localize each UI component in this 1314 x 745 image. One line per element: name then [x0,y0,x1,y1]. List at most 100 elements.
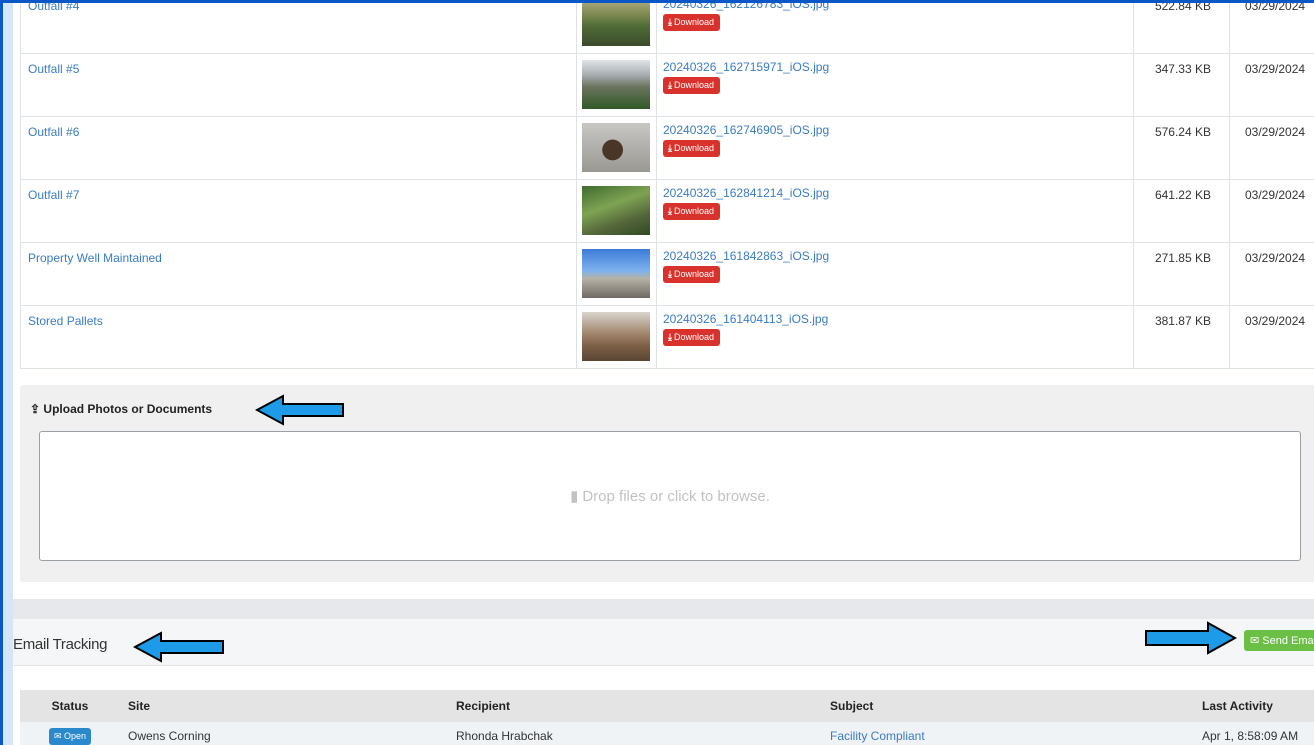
download-button[interactable]: ⤓ Download [663,77,721,94]
column-header-site[interactable]: Site [120,690,448,722]
download-icon: ⤓ [668,332,672,342]
upload-date-cell: 03/29/2024 [1229,305,1314,369]
status-badge-open[interactable]: ✉ Open [48,727,92,745]
file-cell: 20240326_162841214_iOS.jpg ⤓ Download [656,179,1134,243]
attachment-name-link[interactable]: Outfall #6 [28,125,79,139]
file-size-cell: 641.22 KB [1133,179,1230,243]
download-button[interactable]: ⤓ Download [663,329,721,346]
download-label: Download [673,143,715,153]
attachment-name-link[interactable]: Outfall #5 [28,62,79,76]
download-label: Download [673,17,715,27]
file-dropzone[interactable]: ▮ Drop files or click to browse. [39,431,1301,561]
photo-thumbnail[interactable] [582,60,650,109]
download-button[interactable]: ⤓ Download [663,266,721,283]
upload-date-cell: 03/29/2024 [1229,3,1314,54]
file-size-cell: 381.87 KB [1133,305,1230,369]
thumbnail-cell [576,242,657,306]
download-icon: ⤓ [668,269,672,279]
file-cell: 20240326_162715971_iOS.jpg ⤓ Download [656,53,1134,117]
file-cell: 20240326_161404113_iOS.jpg ⤓ Download [656,305,1134,369]
column-header-subject[interactable]: Subject [822,690,1194,722]
download-icon: ⤓ [668,206,672,216]
file-name-link[interactable]: 20240326_162746905_iOS.jpg [663,123,829,137]
file-name-link[interactable]: 20240326_162841214_iOS.jpg [663,186,829,200]
download-button[interactable]: ⤓ Download [663,14,721,31]
files-icon: ▮ [570,488,579,505]
photo-thumbnail[interactable] [582,186,650,235]
file-name-link[interactable]: 20240326_162715971_iOS.jpg [663,60,829,74]
envelope-icon: ✉ [1250,635,1260,647]
download-label: Download [673,269,715,279]
download-label: Download [673,80,715,90]
photo-thumbnail[interactable] [582,249,650,298]
attachment-name-cell: Stored Pallets [20,305,577,369]
photo-thumbnail[interactable] [582,123,650,172]
attachment-name-cell: Outfall #6 [20,116,577,180]
column-header-recipient[interactable]: Recipient [448,690,822,722]
download-label: Download [673,206,715,216]
section-divider [13,599,1314,619]
download-label: Download [673,332,715,342]
attachment-name-link[interactable]: Stored Pallets [28,314,103,328]
status-cell: ✉ Open [20,722,120,745]
subject-cell: Facility Compliant [822,722,1194,745]
annotation-arrow-email-tracking [133,631,224,663]
subject-link[interactable]: Facility Compliant [830,729,925,743]
download-icon: ⤓ [668,80,672,90]
annotation-arrow-upload [255,394,344,426]
attachment-row: Outfall #5 20240326_162715971_iOS.jpg ⤓ D… [20,53,1314,117]
column-header-status[interactable]: Status [20,690,120,722]
attachments-table: Outfall #4 20240326_162126783_iOS.jpg ⤓ D… [20,3,1314,369]
email-table-header-row: Status Site Recipient Subject Last Activ… [20,690,1314,722]
thumbnail-cell [576,3,657,54]
upload-title-text: Upload Photos or Documents [43,402,213,416]
file-name-link[interactable]: 20240326_162126783_iOS.jpg [663,3,829,11]
upload-panel: ⇪ Upload Photos or Documents ▮ Drop file… [20,385,1314,582]
file-cell: 20240326_162746905_iOS.jpg ⤓ Download [656,116,1134,180]
annotation-arrow-send-email [1145,621,1238,655]
file-size-cell: 522.84 KB [1133,3,1230,54]
photo-thumbnail[interactable] [582,3,650,46]
envelope-icon: ✉ [53,730,62,741]
attachment-row: Outfall #7 20240326_162841214_iOS.jpg ⤓ D… [20,179,1314,243]
send-email-label: Send Email [1262,635,1314,647]
attachment-name-cell: Outfall #5 [20,53,577,117]
email-tracking-table: Status Site Recipient Subject Last Activ… [20,690,1314,745]
attachment-name-link[interactable]: Property Well Maintained [28,251,162,265]
email-table-row: ✉ Open Owens Corning Rhonda Hrabchak Fac… [20,722,1314,745]
send-email-button[interactable]: ✉ Send Email [1244,630,1314,651]
attachment-row: Property Well Maintained 20240326_161842… [20,242,1314,306]
attachment-row: Outfall #6 20240326_162746905_iOS.jpg ⤓ D… [20,116,1314,180]
upload-title: ⇪ Upload Photos or Documents [30,402,212,416]
dropzone-text: Drop files or click to browse. [582,487,770,505]
attachment-row: Outfall #4 20240326_162126783_iOS.jpg ⤓ D… [20,3,1314,54]
thumbnail-cell [576,305,657,369]
download-icon: ⤓ [668,143,672,153]
recipient-cell: Rhonda Hrabchak [448,722,822,745]
upload-date-cell: 03/29/2024 [1229,179,1314,243]
file-name-link[interactable]: 20240326_161404113_iOS.jpg [663,312,828,326]
thumbnail-cell [576,116,657,180]
thumbnail-cell [576,53,657,117]
last-activity-cell: Apr 1, 8:58:09 AM [1194,722,1314,745]
download-button[interactable]: ⤓ Download [663,140,721,157]
screenshot-frame: Outfall #4 20240326_162126783_iOS.jpg ⤓ D… [3,3,1314,745]
attachment-name-cell: Property Well Maintained [20,242,577,306]
email-tracking-title: Email Tracking [13,636,108,653]
file-name-link[interactable]: 20240326_161842863_iOS.jpg [663,249,829,263]
photo-thumbnail[interactable] [582,312,650,361]
thumbnail-cell [576,179,657,243]
file-cell: 20240326_161842863_iOS.jpg ⤓ Download [656,242,1134,306]
file-size-cell: 347.33 KB [1133,53,1230,117]
attachment-name-link[interactable]: Outfall #7 [28,188,79,202]
attachment-name-link[interactable]: Outfall #4 [28,3,79,13]
status-badge-label: Open [64,730,87,741]
file-size-cell: 576.24 KB [1133,116,1230,180]
download-button[interactable]: ⤓ Download [663,203,721,220]
column-header-last-activity[interactable]: Last Activity [1194,690,1314,722]
upload-date-cell: 03/29/2024 [1229,53,1314,117]
upload-icon: ⇪ [30,402,41,416]
upload-date-cell: 03/29/2024 [1229,242,1314,306]
attachment-name-cell: Outfall #4 [20,3,577,54]
download-icon: ⤓ [668,17,672,27]
